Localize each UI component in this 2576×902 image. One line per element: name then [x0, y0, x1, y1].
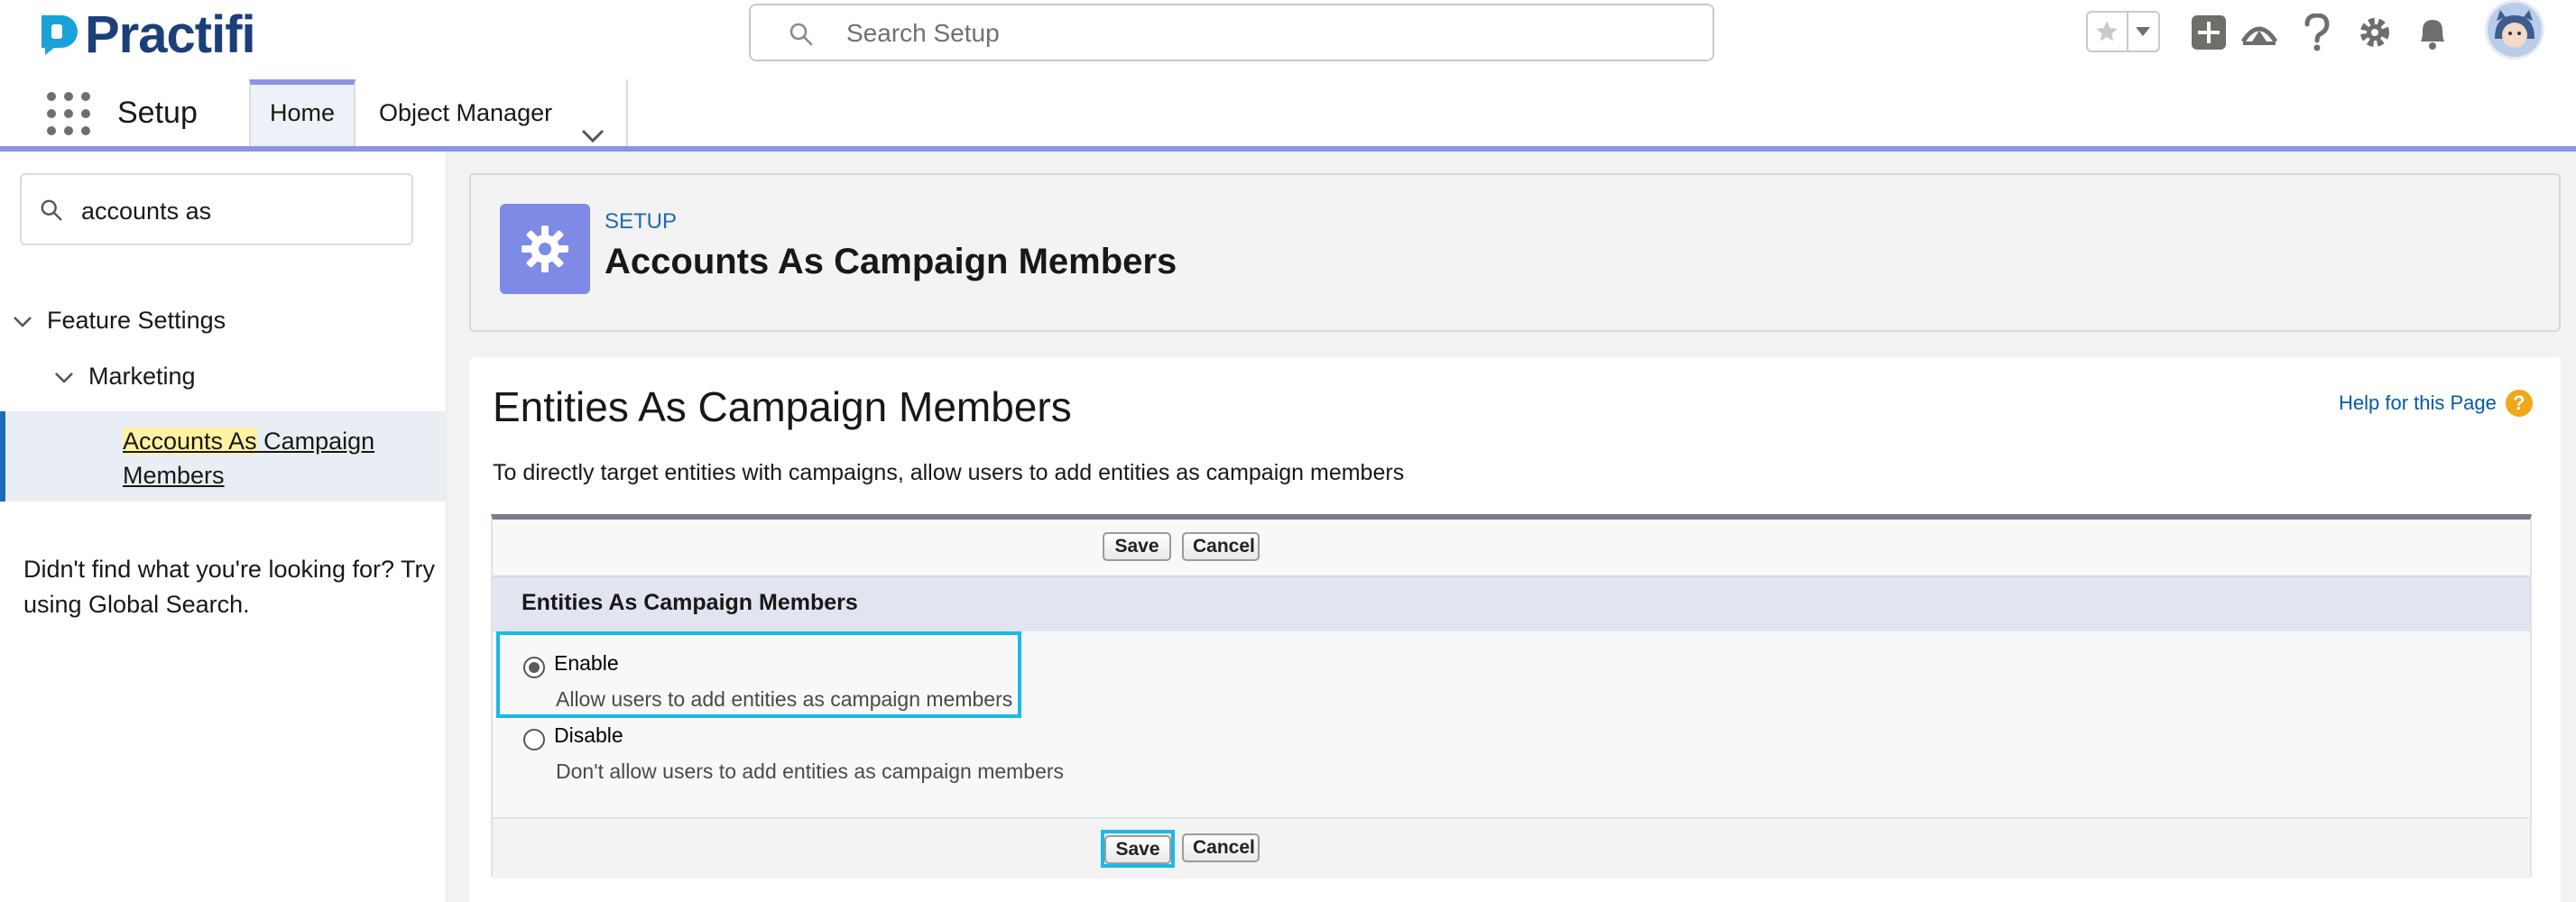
- form-section-header: Entities As Campaign Members: [493, 575, 2530, 631]
- disable-label[interactable]: Disable: [554, 723, 623, 748]
- help-link-label: Help for this Page: [2339, 391, 2497, 414]
- search-icon: [789, 22, 814, 51]
- favorites-star-icon[interactable]: [2088, 13, 2128, 51]
- notifications-bell-icon[interactable]: [2413, 13, 2452, 52]
- trailhead-icon[interactable]: [2239, 13, 2279, 52]
- help-icon[interactable]: [2297, 13, 2337, 52]
- tree-item-accounts-as-campaign-members[interactable]: Accounts As Campaign Members: [0, 411, 446, 502]
- practifi-logo-icon: [36, 12, 81, 57]
- enable-label[interactable]: Enable: [554, 651, 619, 676]
- not-found-message: Didn't find what you're looking for? Try…: [23, 556, 436, 618]
- quick-find-box[interactable]: [20, 173, 413, 245]
- tab-home[interactable]: Home: [249, 79, 355, 146]
- search-icon: [40, 198, 63, 226]
- save-button[interactable]: Save: [1103, 532, 1171, 561]
- page-header: SETUP Accounts As Campaign Members: [469, 173, 2561, 332]
- help-for-this-page-link[interactable]: Help for this Page ?: [2339, 390, 2533, 417]
- app-navigation-bar: Setup Home Object Manager: [0, 79, 2576, 152]
- app-launcher-icon[interactable]: [47, 92, 90, 135]
- favorites-dropdown-icon[interactable]: [2128, 13, 2158, 51]
- brand-name: Practifi: [85, 5, 256, 64]
- setup-sidebar: Feature Settings Marketing Accounts As C…: [0, 152, 448, 902]
- global-search-input[interactable]: [845, 14, 1660, 52]
- edit-form: Save Cancel Entities As Campaign Members…: [491, 514, 2532, 879]
- gear-icon: [500, 204, 590, 294]
- favorites-button-group: [2086, 11, 2160, 52]
- chevron-down-icon[interactable]: [54, 363, 74, 391]
- disable-radio[interactable]: [523, 729, 545, 750]
- user-avatar[interactable]: [2485, 0, 2544, 60]
- global-header: Practifi: [0, 0, 2576, 81]
- tab-object-manager-label: Object Manager: [379, 99, 553, 126]
- cancel-button[interactable]: Cancel: [1182, 532, 1260, 561]
- help-question-icon[interactable]: ?: [2505, 390, 2533, 417]
- tab-object-manager[interactable]: Object Manager: [355, 79, 628, 146]
- tree-item-feature-settings[interactable]: Feature Settings: [13, 307, 226, 335]
- form-button-bar: Save Cancel: [493, 817, 2530, 879]
- save-button[interactable]: Save: [1104, 835, 1171, 864]
- global-search[interactable]: [749, 4, 1714, 61]
- tree-item-link[interactable]: Accounts As Campaign Members: [123, 424, 429, 492]
- section-heading: Entities As Campaign Members: [493, 383, 1072, 430]
- breadcrumb[interactable]: SETUP: [605, 209, 677, 235]
- enable-hint: Allow users to add entities as campaign …: [556, 687, 1013, 711]
- tree-item-label: Feature Settings: [47, 307, 226, 334]
- enable-radio[interactable]: [523, 657, 545, 678]
- settings-content: Entities As Campaign Members Help for th…: [469, 357, 2561, 902]
- page-title: Accounts As Campaign Members: [605, 242, 1177, 281]
- tree-item-marketing[interactable]: Marketing: [54, 363, 196, 391]
- chevron-down-icon[interactable]: [13, 307, 32, 335]
- search-highlight: Accounts As: [123, 428, 257, 455]
- save-button-highlight: Save: [1101, 830, 1175, 868]
- tree-item-label: Marketing: [88, 363, 196, 390]
- disable-hint: Don't allow users to add entities as cam…: [556, 759, 1065, 783]
- add-icon[interactable]: [2189, 13, 2229, 52]
- practifi-logo[interactable]: Practifi: [36, 5, 256, 64]
- setup-gear-icon[interactable]: [2355, 13, 2395, 52]
- app-name: Setup: [117, 96, 198, 130]
- form-section-title: Entities As Campaign Members: [522, 590, 858, 615]
- quick-find-input[interactable]: [79, 193, 390, 229]
- cancel-button[interactable]: Cancel: [1182, 833, 1260, 862]
- page-description: To directly target entities with campaig…: [493, 460, 1405, 485]
